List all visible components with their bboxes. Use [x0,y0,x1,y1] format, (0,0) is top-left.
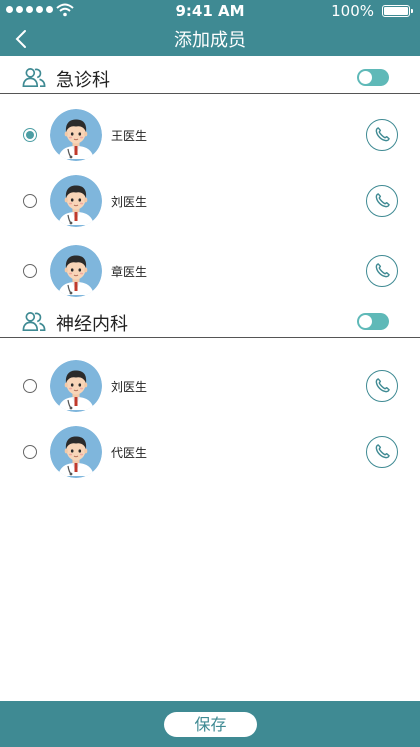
member-row[interactable]: 代医生 [0,422,420,482]
top-bar: 9:41 AM 100% 添加成员 [0,0,420,56]
phone-icon [372,125,392,145]
save-button[interactable]: 保存 [164,712,257,737]
group-toggle[interactable] [357,313,389,330]
battery-percentage: 100% [331,2,374,20]
group-icon [22,310,46,332]
group-toggle[interactable] [357,69,389,86]
doctor-name: 代医生 [111,446,148,460]
member-row[interactable]: 刘医生 [0,171,420,231]
doctor-avatar [50,175,102,227]
doctor-avatar [50,360,102,412]
call-button[interactable] [366,370,398,402]
group-title: 急诊科 [56,70,110,91]
status-bar: 9:41 AM 100% [0,0,420,22]
doctor-name: 王医生 [111,129,148,143]
doctor-name: 刘医生 [111,195,148,209]
group-title: 神经内科 [56,314,128,335]
phone-icon [372,191,392,211]
navigation-bar: 添加成员 [0,22,420,56]
phone-icon [372,442,392,462]
select-radio[interactable] [23,379,37,393]
bottom-bar: 保存 [0,701,420,747]
doctor-name: 刘医生 [111,380,148,394]
select-radio[interactable] [23,128,37,142]
phone-icon [372,261,392,281]
call-button[interactable] [366,119,398,151]
call-button[interactable] [366,185,398,217]
member-row[interactable]: 刘医生 [0,356,420,416]
doctor-name: 章医生 [111,265,148,279]
call-button[interactable] [366,255,398,287]
phone-icon [372,376,392,396]
group-header-emergency: 急诊科 [0,62,420,94]
call-button[interactable] [366,436,398,468]
battery-icon [382,5,413,17]
doctor-avatar [50,426,102,478]
select-radio[interactable] [23,264,37,278]
select-radio[interactable] [23,445,37,459]
doctor-avatar [50,245,102,297]
group-icon [22,66,46,88]
member-row[interactable]: 章医生 [0,241,420,301]
page-title: 添加成员 [174,30,246,51]
doctor-avatar [50,109,102,161]
group-header-neurology: 神经内科 [0,306,420,338]
select-radio[interactable] [23,194,37,208]
member-row[interactable]: 王医生 [0,105,420,165]
